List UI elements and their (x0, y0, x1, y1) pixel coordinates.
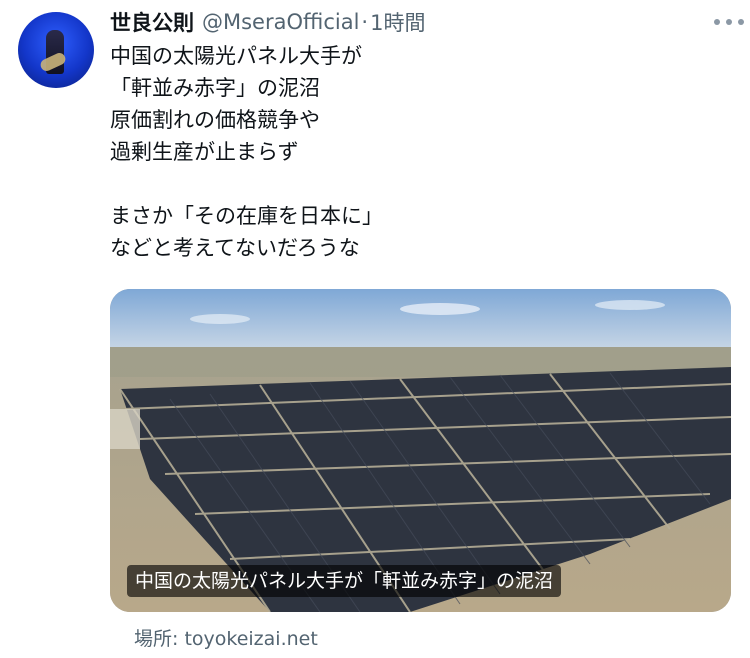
solar-farm-photo (110, 289, 731, 612)
tweet-text: 中国の太陽光パネル大手が 「軒並み赤字」の泥沼 原価割れの価格競争や 過剰生産が… (110, 40, 730, 264)
more-options-icon[interactable] (714, 12, 744, 32)
tweet-text-line: 中国の太陽光パネル大手が (110, 44, 362, 68)
card-caption[interactable]: 中国の太陽光パネル大手が「軒並み赤字」の泥沼 (127, 565, 562, 597)
tweet-text-line (110, 168, 730, 200)
card-source[interactable]: 場所: toyokeizai.net (134, 624, 318, 651)
link-card-image[interactable] (110, 289, 731, 612)
tweet-header: 世良公則 @MseraOfficial · 1時間 (110, 6, 740, 38)
tweet-text-line: などと考えてないだろうな (110, 236, 360, 260)
tweet-text-line: 過剰生産が止まらず (110, 140, 299, 164)
author-name[interactable]: 世良公則 (110, 7, 194, 37)
tweet-text-line: まさか「その在庫を日本に」 (110, 204, 383, 228)
separator-dot: · (361, 10, 369, 34)
tweet-timestamp[interactable]: 1時間 (370, 7, 425, 37)
author-handle[interactable]: @MseraOfficial (202, 10, 359, 34)
tweet-text-line: 「軒並み赤字」の泥沼 (110, 76, 320, 100)
tweet-text-line: 原価割れの価格競争や (110, 108, 320, 132)
avatar[interactable] (18, 12, 94, 88)
